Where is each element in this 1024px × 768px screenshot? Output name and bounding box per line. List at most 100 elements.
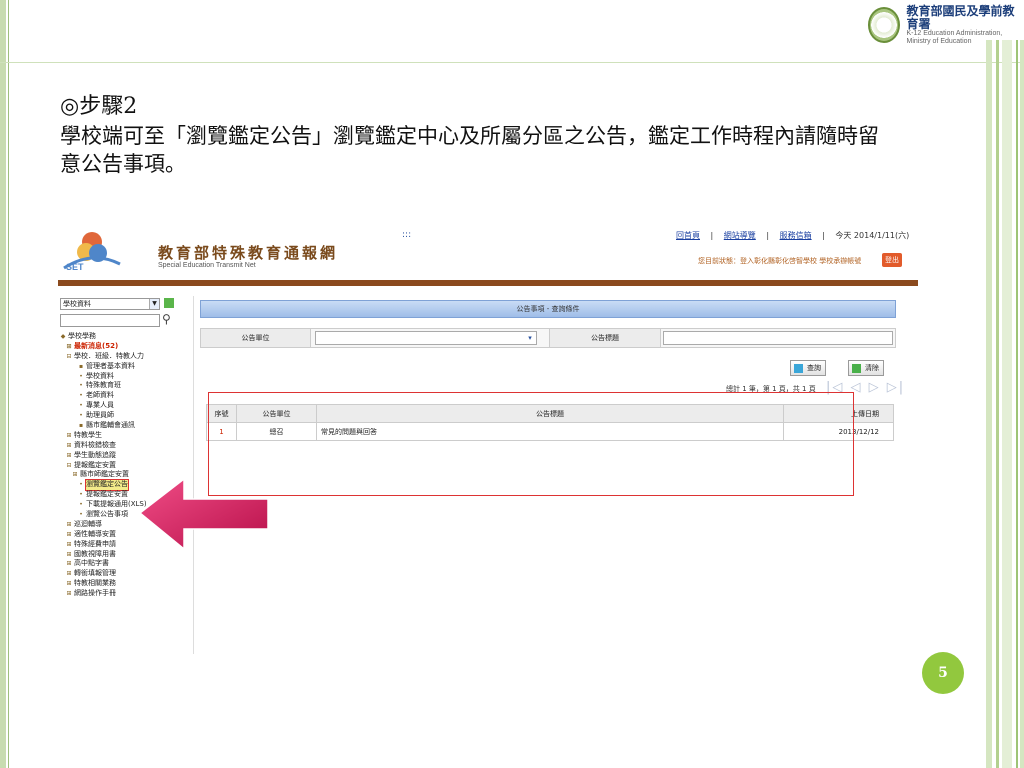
- tree-node-icon: ▪: [78, 362, 84, 370]
- sidebar-tree-item[interactable]: ▪ 管理者基本資料: [60, 362, 192, 372]
- tree-item-label: 高中點字書: [74, 559, 109, 568]
- tree-node-icon: ⊟: [66, 352, 72, 360]
- search-button-label: 查詢: [807, 364, 821, 372]
- tree-item-label: 學校學務: [68, 332, 96, 340]
- site-header: SET 教育部特殊教育通報網 Special Education Transmi…: [58, 222, 918, 280]
- pointer-arrow-icon: [140, 477, 269, 551]
- sidebar-tree-item[interactable]: • 專業人員: [60, 401, 192, 411]
- title-input[interactable]: [663, 331, 893, 345]
- today-date: 今天 2014/1/11(六): [835, 231, 910, 240]
- tree-item-label: 最新消息(52): [74, 341, 119, 350]
- website-screenshot: SET 教育部特殊教育通報網 Special Education Transmi…: [58, 222, 918, 654]
- search-icon[interactable]: ⚲: [162, 312, 171, 326]
- clear-button-label: 清除: [865, 364, 879, 372]
- sitemap-link[interactable]: 網站導覽: [724, 231, 756, 240]
- page-number: 5: [922, 652, 964, 694]
- sidebar-tree-item[interactable]: ⊞ 高中點字書: [60, 559, 192, 569]
- sidebar-tree-item[interactable]: • 老師資料: [60, 391, 192, 401]
- tree-item-label: 學校．班級．特教人力: [74, 351, 144, 360]
- tree-node-icon: ⊞: [66, 580, 72, 588]
- sidebar-tree-item[interactable]: ⊞ 最新消息(52): [60, 342, 192, 352]
- tree-node-icon: ⊞: [66, 431, 72, 439]
- go-icon[interactable]: [164, 298, 174, 308]
- tree-node-icon: •: [79, 481, 83, 489]
- slide-left-line: [8, 0, 9, 768]
- site-subtitle: Special Education Transmit Net: [158, 262, 256, 269]
- sidebar-tree-item[interactable]: ⊞ 網路操作手冊: [60, 589, 192, 599]
- tree-item-label: 專業人員: [86, 401, 114, 410]
- tree-node-icon: ▪: [78, 421, 84, 429]
- tree-item-label: 特教學生: [74, 430, 102, 439]
- logout-button[interactable]: 登出: [882, 253, 902, 267]
- slide-left-bar: [0, 0, 6, 768]
- sidebar-tree-item[interactable]: • 特殊教育班: [60, 381, 192, 391]
- tree-node-icon: •: [79, 501, 83, 509]
- chevron-down-icon: ▼: [149, 299, 159, 309]
- slide-right-bars: [986, 40, 1024, 768]
- tree-item-label: 老師資料: [86, 391, 114, 400]
- tree-item-label: 適性輔導安置: [74, 529, 116, 538]
- tree-item-label: 提報鑑定安置: [86, 490, 128, 499]
- tree-node-icon: ⊞: [66, 451, 72, 459]
- step-title: ◎步驟2: [60, 94, 138, 119]
- tree-node-icon: •: [79, 491, 83, 499]
- sidebar-tree-item[interactable]: ▪ 縣市鑑輔會通訊: [60, 421, 192, 431]
- tree-node-icon: ⊞: [66, 590, 72, 598]
- tree-item-label: 網路操作手冊: [74, 589, 116, 598]
- tree-node-icon: ⊞: [66, 441, 72, 449]
- function-select-value: 學校資料: [63, 300, 91, 308]
- tree-node-icon: ⊞: [66, 520, 72, 528]
- search-button-icon: [794, 364, 803, 373]
- tree-node-icon: •: [79, 392, 83, 400]
- sidebar-tree-item[interactable]: ⊞ 資料檢錯檢查: [60, 441, 192, 451]
- tree-node-icon: ⊟: [66, 461, 72, 469]
- clear-button-icon: [852, 364, 861, 373]
- tree-item-label: 學生動態追蹤: [74, 450, 116, 459]
- clear-button[interactable]: 清除: [848, 360, 884, 376]
- query-bar-title: 公告事項 - 查詢條件: [200, 300, 896, 318]
- search-button[interactable]: 查詢: [790, 360, 826, 376]
- header-band: [58, 280, 918, 286]
- home-link[interactable]: 回首頁: [676, 231, 700, 240]
- tree-node-icon: ⊞: [66, 550, 72, 558]
- top-links: 回首頁 | 網站導覽 | 服務信箱 | 今天 2014/1/11(六): [676, 230, 909, 241]
- ministry-name-en2: Ministry of Education: [906, 37, 972, 45]
- tree-item-label: 下載提報通用(XLS): [86, 500, 147, 509]
- ministry-seal-icon: [868, 7, 901, 43]
- sidebar-tree-item[interactable]: ⊞ 轉銜填報管理: [60, 569, 192, 579]
- tree-item-label: 學校資料: [86, 371, 114, 380]
- tree-item-label: 資料檢錯檢查: [74, 440, 116, 449]
- site-title: 教育部特殊教育通報網: [158, 244, 339, 262]
- sidebar-tree-item[interactable]: • 助理員師: [60, 411, 192, 421]
- sidebar-tree-item[interactable]: ⊟ 學校．班級．特教人力: [60, 352, 192, 362]
- tree-item-label: 管理者基本資料: [86, 361, 135, 370]
- tree-node-icon: ⊞: [66, 530, 72, 538]
- service-mail-link[interactable]: 服務信箱: [780, 231, 812, 240]
- tree-item-label: 縣市師鑑定安置: [80, 470, 129, 479]
- tree-node-icon: •: [79, 372, 83, 380]
- unit-select[interactable]: ▾: [315, 331, 537, 345]
- slide-top-line: [0, 62, 1024, 63]
- sidebar-search-input[interactable]: [60, 314, 160, 327]
- sidebar-tree-item[interactable]: ⊟ 提報鑑定安置: [60, 461, 192, 471]
- query-row: 公告單位 ▾ 公告標題: [200, 328, 896, 348]
- tree-item-label: 特殊經費申請: [74, 539, 116, 548]
- ministry-name-zh: 教育部國民及學前教育署: [906, 4, 1015, 31]
- ministry-logo: 教育部國民及學前教育署 K-12 Education Administratio…: [868, 0, 1024, 50]
- set-logo-icon: SET: [63, 232, 121, 272]
- sidebar-tree-item[interactable]: ⊞ 特教學生: [60, 431, 192, 441]
- tree-node-icon: ⊞: [72, 471, 78, 479]
- function-select[interactable]: 學校資料 ▼: [60, 298, 160, 310]
- tree-item-label: 巡迴輔導: [74, 519, 102, 528]
- sidebar-tree-item[interactable]: ⊞ 特教相關業務: [60, 579, 192, 589]
- sidebar: 學校資料 ▼ ⚲ ◆ 學校學務 ⊞ 最新消息(52) ⊟ 學校．班級．特教人力 ▪ 管理者基本…: [60, 296, 192, 654]
- tree-node-icon: ⊞: [66, 570, 72, 578]
- sidebar-tree-item[interactable]: • 學校資料: [60, 372, 192, 382]
- sidebar-tree: ◆ 學校學務 ⊞ 最新消息(52) ⊟ 學校．班級．特教人力 ▪ 管理者基本資料 • 學校資料 • 特…: [60, 332, 192, 599]
- sidebar-tree-item[interactable]: ⊞ 學生動態追蹤: [60, 451, 192, 461]
- ministry-name-en1: K-12 Education Administration,: [906, 30, 1003, 38]
- accesskey-dots[interactable]: :::: [402, 230, 411, 240]
- tree-item-label: 縣市鑑輔會通訊: [86, 421, 135, 430]
- sidebar-tree-item[interactable]: ◆ 學校學務: [60, 332, 192, 342]
- link-sep: |: [710, 231, 714, 240]
